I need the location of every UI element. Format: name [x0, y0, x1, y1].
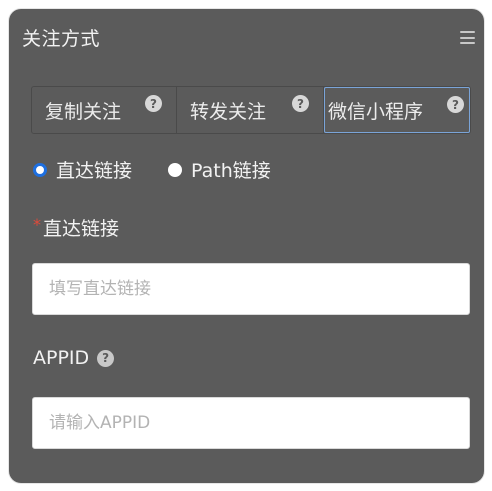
appid-label-text: APPID — [33, 347, 90, 369]
tab-forward-follow[interactable]: 转发关注 ? — [177, 87, 324, 133]
help-icon[interactable]: ? — [145, 95, 162, 112]
direct-link-label-text: 直达链接 — [43, 218, 120, 240]
tab-label: 转发关注 — [190, 100, 267, 123]
direct-link-label: * 直达链接 — [33, 214, 119, 241]
panel-title: 关注方式 — [22, 28, 101, 50]
tab-label: 复制关注 — [45, 100, 122, 123]
appid-input[interactable] — [32, 397, 470, 449]
help-icon[interactable]: ? — [97, 349, 115, 367]
radio-label: Path链接 — [191, 160, 271, 182]
radio-path-link[interactable]: Path链接 — [168, 156, 271, 183]
link-type-radio-group: 直达链接 Path链接 — [33, 156, 307, 183]
menu-icon[interactable] — [460, 31, 475, 44]
follow-method-tabs: 复制关注 ? 转发关注 ? 微信小程序 ? — [31, 86, 471, 134]
radio-button-checked[interactable] — [33, 162, 47, 177]
radio-button-unchecked[interactable] — [168, 162, 183, 177]
appid-label: APPID ? — [33, 347, 115, 369]
help-icon[interactable]: ? — [447, 96, 464, 113]
tab-copy-follow[interactable]: 复制关注 ? — [32, 87, 177, 133]
radio-label: 直达链接 — [56, 160, 133, 182]
tab-wechat-mini-program[interactable]: 微信小程序 ? — [324, 87, 470, 133]
required-mark: * — [33, 215, 41, 234]
help-icon[interactable]: ? — [292, 95, 309, 112]
tab-label: 微信小程序 — [328, 100, 424, 123]
direct-link-input[interactable] — [32, 263, 470, 315]
follow-method-panel: 关注方式 复制关注 ? 转发关注 ? 微信小程序 ? 直达链接 Path链接 *… — [9, 9, 484, 483]
radio-direct-link[interactable]: 直达链接 — [33, 156, 132, 183]
